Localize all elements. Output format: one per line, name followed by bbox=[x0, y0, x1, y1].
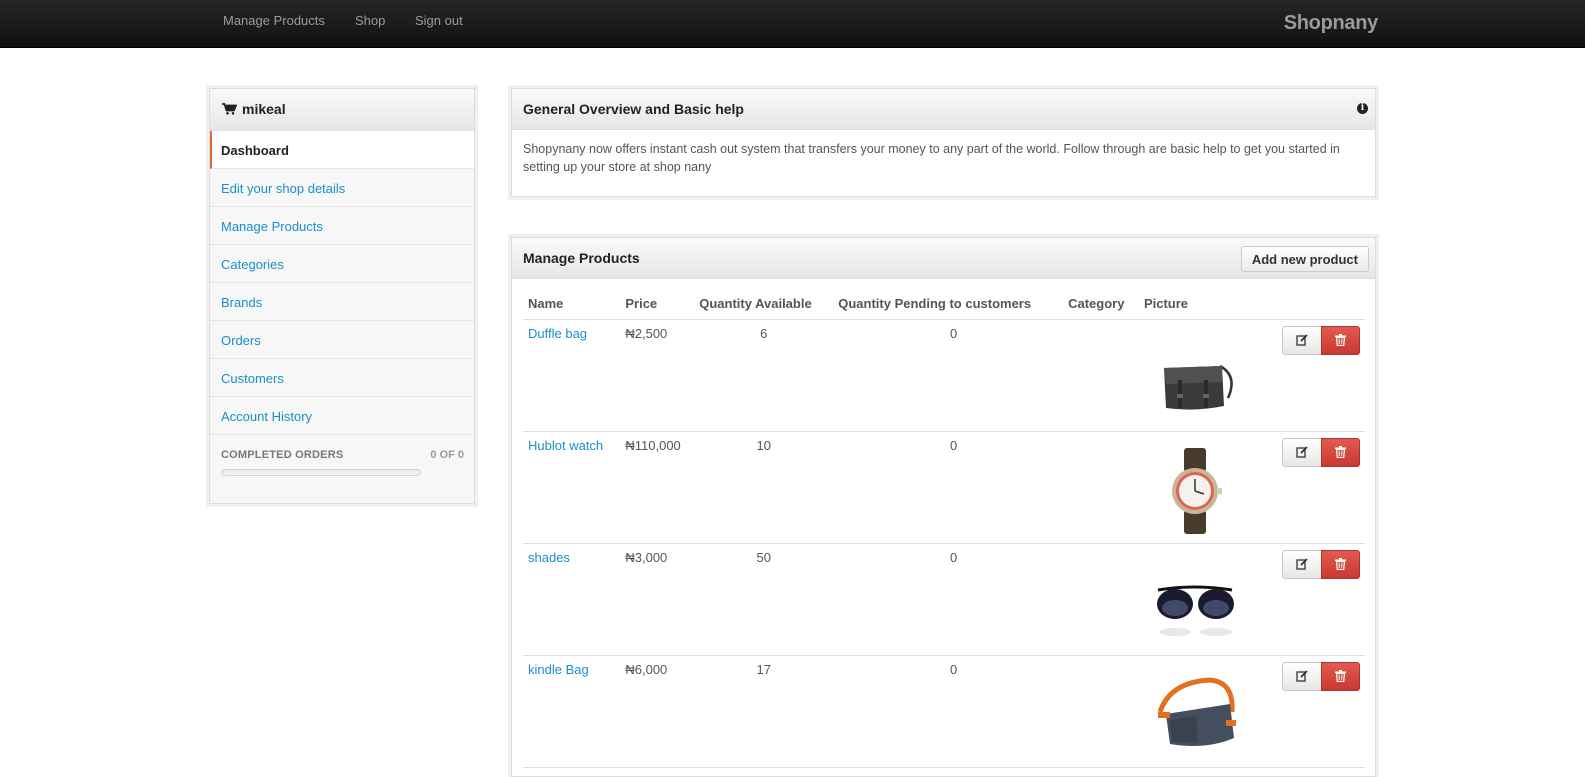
completed-orders-progress bbox=[221, 469, 421, 476]
product-picture bbox=[1138, 655, 1251, 768]
delete-product-button[interactable] bbox=[1321, 325, 1360, 355]
edit-icon bbox=[1296, 334, 1308, 346]
cart-icon bbox=[222, 102, 238, 115]
sidebar-item-account-history[interactable]: Account History bbox=[210, 397, 474, 435]
col-quantity-pending: Quantity Pending to customers bbox=[833, 291, 1064, 320]
products-header: Manage Products Add new product bbox=[512, 238, 1375, 279]
row-actions bbox=[1251, 319, 1365, 432]
row-actions bbox=[1251, 655, 1365, 768]
sidebar-item-customers[interactable]: Customers bbox=[210, 359, 474, 397]
edit-product-button[interactable] bbox=[1282, 549, 1321, 579]
product-name-link[interactable]: shades bbox=[523, 543, 621, 656]
col-picture: Picture bbox=[1138, 291, 1251, 320]
nav-sign-out[interactable]: Sign out bbox=[415, 13, 463, 28]
sidebar-item-categories[interactable]: Categories bbox=[210, 245, 474, 283]
product-name-link[interactable]: Hublot watch bbox=[523, 431, 621, 544]
product-qty: 10 bbox=[694, 431, 834, 544]
product-pending: 0 bbox=[833, 431, 1064, 544]
manage-products-panel: Manage Products Add new product Name Pri… bbox=[511, 237, 1376, 777]
overview-body: Shopynany now offers instant cash out sy… bbox=[523, 142, 1340, 174]
product-category bbox=[1063, 655, 1139, 768]
trash-icon bbox=[1335, 334, 1346, 346]
product-pending: 0 bbox=[833, 655, 1064, 768]
col-actions bbox=[1251, 291, 1365, 320]
nav-shop[interactable]: Shop bbox=[355, 13, 385, 28]
add-new-product-button[interactable]: Add new product bbox=[1240, 246, 1369, 272]
products-title: Manage Products bbox=[523, 250, 640, 266]
product-price: ₦110,000 bbox=[620, 431, 695, 544]
product-price: ₦3,000 bbox=[620, 543, 695, 656]
completed-orders-widget: COMPLETED ORDERS 0 OF 0 bbox=[210, 435, 474, 476]
watch-picture bbox=[1171, 447, 1222, 534]
product-price: ₦6,000 bbox=[620, 655, 695, 768]
trash-icon bbox=[1335, 670, 1346, 682]
product-picture bbox=[1138, 543, 1251, 656]
edit-icon bbox=[1296, 558, 1308, 570]
product-category bbox=[1063, 543, 1139, 656]
overview-header: General Overview and Basic help i bbox=[512, 89, 1375, 130]
col-category: Category bbox=[1063, 291, 1139, 320]
row-actions bbox=[1251, 543, 1365, 656]
top-navbar: Manage Products Shop Sign out Shopnany bbox=[0, 0, 1585, 48]
bag-picture bbox=[1163, 364, 1233, 410]
product-qty: 6 bbox=[694, 319, 834, 432]
edit-product-button[interactable] bbox=[1282, 325, 1321, 355]
col-price: Price bbox=[620, 291, 695, 320]
product-qty: 50 bbox=[694, 543, 834, 656]
product-picture bbox=[1138, 431, 1251, 544]
completed-orders-label: COMPLETED ORDERS bbox=[221, 449, 344, 461]
row-actions bbox=[1251, 431, 1365, 544]
sidebar-item-brands[interactable]: Brands bbox=[210, 283, 474, 321]
products-table: Name Price Quantity Available Quantity P… bbox=[523, 291, 1365, 768]
shoulder-bag-picture bbox=[1157, 676, 1236, 746]
trash-icon bbox=[1335, 558, 1346, 570]
table-row: Hublot watch ₦110,000 10 0 bbox=[523, 431, 1365, 544]
delete-product-button[interactable] bbox=[1321, 661, 1360, 691]
sidebar-item-manage-products[interactable]: Manage Products bbox=[210, 207, 474, 245]
completed-orders-count: 0 OF 0 bbox=[430, 449, 464, 461]
table-row: shades ₦3,000 50 0 bbox=[523, 543, 1365, 656]
sidebar: mikeal Dashboard Edit your shop details … bbox=[209, 88, 475, 504]
edit-product-button[interactable] bbox=[1282, 661, 1321, 691]
edit-icon bbox=[1296, 446, 1308, 458]
product-category bbox=[1063, 319, 1139, 432]
delete-product-button[interactable] bbox=[1321, 437, 1360, 467]
info-icon[interactable]: i bbox=[1357, 103, 1368, 114]
product-name-link[interactable]: kindle Bag bbox=[523, 655, 621, 768]
col-name: Name bbox=[523, 291, 621, 320]
delete-product-button[interactable] bbox=[1321, 549, 1360, 579]
sunglasses-picture bbox=[1156, 585, 1234, 636]
shop-owner-name: mikeal bbox=[242, 101, 286, 117]
product-picture bbox=[1138, 319, 1251, 432]
product-pending: 0 bbox=[833, 319, 1064, 432]
table-row: kindle Bag ₦6,000 17 0 bbox=[523, 655, 1365, 768]
sidebar-item-dashboard[interactable]: Dashboard bbox=[210, 131, 474, 169]
product-price: ₦2,500 bbox=[620, 319, 695, 432]
overview-title: General Overview and Basic help bbox=[523, 101, 744, 117]
product-qty: 17 bbox=[694, 655, 834, 768]
sidebar-header: mikeal bbox=[210, 89, 474, 131]
product-pending: 0 bbox=[833, 543, 1064, 656]
nav-manage-products[interactable]: Manage Products bbox=[223, 13, 325, 28]
sidebar-item-edit-shop[interactable]: Edit your shop details bbox=[210, 169, 474, 207]
product-name-link[interactable]: Duffle bag bbox=[523, 319, 621, 432]
table-header-row: Name Price Quantity Available Quantity P… bbox=[523, 291, 1365, 320]
edit-product-button[interactable] bbox=[1282, 437, 1321, 467]
edit-icon bbox=[1296, 670, 1308, 682]
col-quantity-available: Quantity Available bbox=[694, 291, 834, 320]
overview-panel: General Overview and Basic help i Shopyn… bbox=[511, 88, 1376, 197]
table-row: Duffle bag ₦2,500 6 0 bbox=[523, 319, 1365, 432]
trash-icon bbox=[1335, 446, 1346, 458]
product-category bbox=[1063, 431, 1139, 544]
brand-logo[interactable]: Shopnany bbox=[1284, 12, 1379, 35]
sidebar-item-orders[interactable]: Orders bbox=[210, 321, 474, 359]
